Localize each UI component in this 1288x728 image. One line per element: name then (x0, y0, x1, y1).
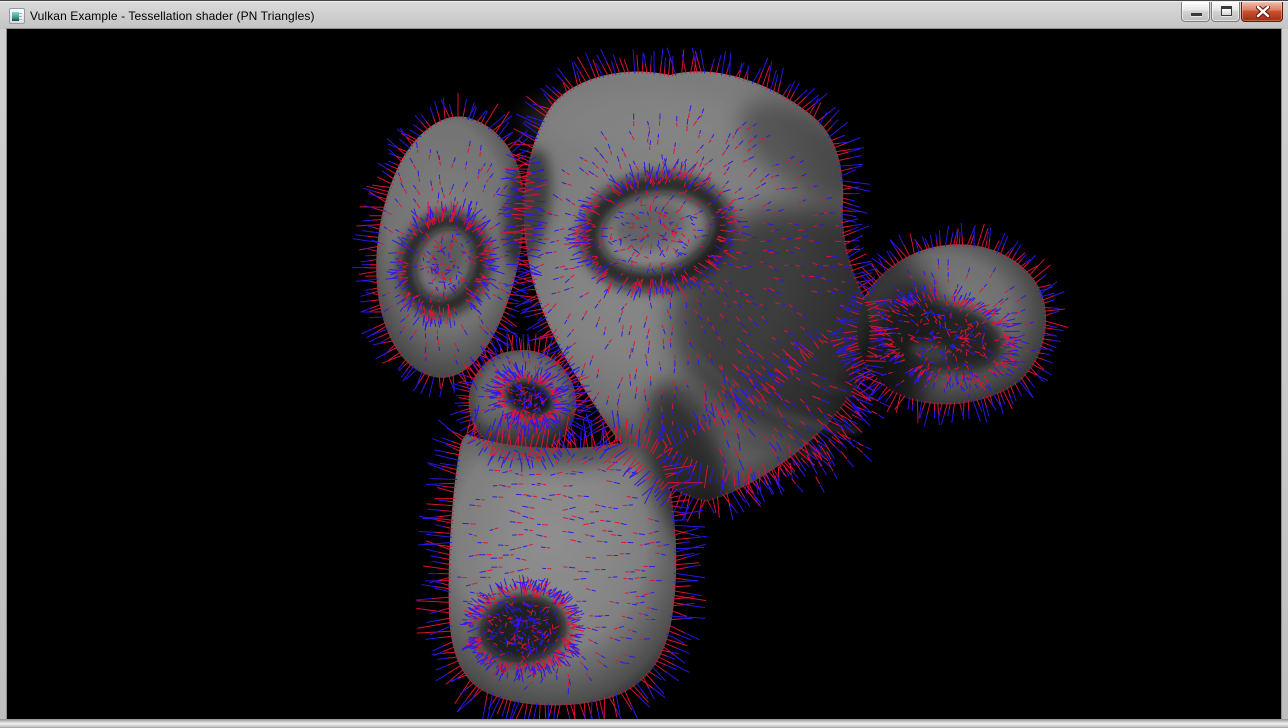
window-frame-bottom (0, 719, 1288, 728)
maximize-button[interactable] (1211, 2, 1240, 22)
window-controls (1180, 2, 1283, 22)
minimize-icon (1191, 13, 1202, 16)
minimize-button[interactable] (1181, 2, 1210, 22)
app-icon[interactable] (9, 8, 25, 24)
maximize-icon (1221, 6, 1232, 16)
close-icon (1256, 6, 1270, 18)
titlebar[interactable]: Vulkan Example - Tessellation shader (PN… (0, 0, 1288, 29)
render-canvas (7, 29, 1281, 719)
close-button[interactable] (1241, 2, 1283, 22)
app-window: Vulkan Example - Tessellation shader (PN… (0, 0, 1288, 728)
render-viewport[interactable] (7, 29, 1281, 719)
window-title: Vulkan Example - Tessellation shader (PN… (30, 9, 315, 23)
